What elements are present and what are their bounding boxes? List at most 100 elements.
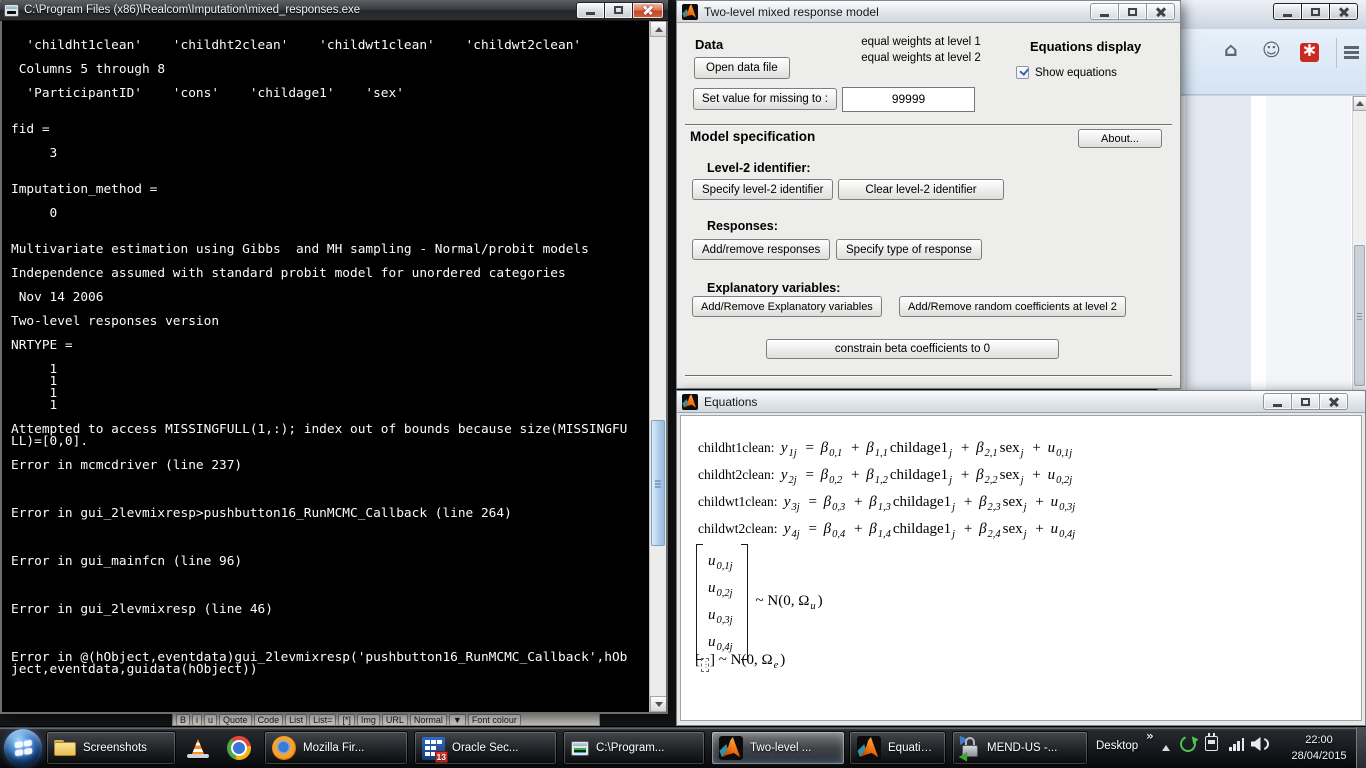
taskbar-item-console[interactable]: C:\Program... [563, 731, 705, 765]
scroll-up-icon [655, 27, 663, 32]
editor-button[interactable]: Font colour [468, 714, 521, 726]
editor-button[interactable]: List= [309, 714, 336, 726]
close-icon [1155, 6, 1167, 18]
editor-button[interactable]: B [176, 714, 190, 726]
restore-icon [614, 6, 623, 14]
maximize-button[interactable] [1118, 3, 1147, 20]
restore-button[interactable] [1301, 3, 1330, 20]
restore-button[interactable] [604, 2, 633, 19]
scroll-up-button[interactable] [1353, 96, 1366, 111]
eq-part: β [976, 440, 983, 456]
minimize-button[interactable] [1273, 3, 1302, 20]
editor-button[interactable]: URL [382, 714, 408, 726]
lastpass-icon[interactable]: ∗ [1300, 43, 1319, 62]
eq-part: β [821, 440, 828, 456]
eq-part: β [979, 494, 986, 510]
power-tray-icon[interactable] [1205, 736, 1218, 751]
close-button[interactable] [632, 2, 664, 19]
editor-button[interactable]: Img [357, 714, 380, 726]
desktop-toolbar[interactable]: Desktop [1096, 740, 1138, 752]
taskbar-item-equations[interactable]: Equations [849, 731, 946, 765]
open-data-file-button[interactable]: Open data file [694, 57, 790, 79]
weights-line2: equal weights at level 2 [858, 50, 984, 66]
console-scrollbar[interactable] [649, 21, 666, 712]
editor-button[interactable]: Normal [410, 714, 447, 726]
scroll-up-button[interactable] [650, 21, 666, 37]
add-random-coefficients-button[interactable]: Add/Remove random coefficients at level … [899, 296, 1126, 317]
menu-icon[interactable] [1344, 46, 1359, 49]
eq-part: childwt1clean: [698, 494, 781, 509]
show-desktop-button[interactable] [1356, 727, 1366, 768]
editor-button[interactable]: Code [254, 714, 284, 726]
scroll-down-button[interactable] [650, 696, 666, 712]
console-output[interactable]: 'childht1clean' 'childht2clean' 'childwt… [2, 21, 666, 712]
minimize-button[interactable] [1263, 393, 1292, 410]
eq-part: u [1051, 494, 1059, 510]
separator [685, 124, 1172, 125]
editor-button[interactable]: [*] [338, 714, 355, 726]
taskbar-item-model-window[interactable]: Two-level ... [711, 731, 845, 765]
taskbar-item-mend[interactable]: MEND-US -... [952, 731, 1088, 765]
firefox-scrollbar[interactable] [1352, 96, 1366, 392]
console-titlebar[interactable]: C:\Program Files (x86)\Realcom\Imputatio… [0, 0, 668, 21]
taskbar-item-chrome[interactable] [220, 731, 258, 765]
u-vector-distribution: u0,1ju0,2ju0,3ju0,4j ~ N(0, Ωu) [696, 544, 823, 660]
network-tray-icon[interactable] [1229, 738, 1245, 751]
specify-type-response-button[interactable]: Specify type of response [836, 239, 982, 260]
editor-button[interactable]: List [285, 714, 307, 726]
editor-button[interactable]: Quote [219, 714, 252, 726]
eq-part: + [847, 467, 863, 483]
eq-part: β [979, 521, 986, 537]
close-button[interactable] [1319, 393, 1348, 410]
firefox-window-controls [1274, 3, 1358, 20]
close-icon [1328, 396, 1340, 408]
home-icon[interactable]: ⌂ [1224, 39, 1238, 61]
maximize-button[interactable] [1291, 393, 1320, 410]
close-button[interactable] [1146, 3, 1175, 20]
add-remove-responses-button[interactable]: Add/remove responses [692, 239, 830, 260]
taskbar-item-firefox[interactable]: Mozilla Fir... [264, 731, 408, 765]
minimize-button[interactable] [1090, 3, 1119, 20]
scrollbar-thumb[interactable] [651, 420, 665, 546]
separator [685, 375, 1172, 376]
windows-logo-icon [14, 740, 31, 757]
minimize-button[interactable] [576, 2, 605, 19]
show-equations-checkbox[interactable] [1016, 66, 1029, 79]
sync-tray-icon[interactable] [1177, 733, 1198, 754]
scrollbar-thumb[interactable] [1354, 245, 1365, 386]
taskbar-item-vlc[interactable] [180, 731, 216, 765]
editor-button[interactable]: ▼ [449, 714, 466, 726]
editor-button[interactable]: u [204, 714, 217, 726]
volume-tray-icon[interactable] [1251, 737, 1271, 751]
collapsed-vector-icon[interactable]: ⋮ [701, 658, 709, 672]
model-titlebar[interactable]: Two-level mixed response model [677, 1, 1180, 23]
eq-part: 2,2 [985, 475, 998, 486]
add-explanatory-button[interactable]: Add/Remove Explanatory variables [692, 296, 882, 317]
constrain-beta-button[interactable]: constrain beta coefficients to 0 [766, 339, 1059, 359]
set-missing-button[interactable]: Set value for missing to : [693, 88, 837, 110]
start-button[interactable] [4, 729, 42, 767]
taskbar-item-screenshots[interactable]: Screenshots [46, 731, 176, 765]
missing-value-field[interactable]: 99999 [842, 87, 975, 112]
equations-titlebar[interactable]: Equations [677, 391, 1365, 413]
show-hidden-icons-button[interactable] [1162, 745, 1170, 751]
eq-part: + [850, 494, 866, 510]
smiley-icon[interactable]: ☺ [1262, 40, 1281, 61]
firefox-page-content [1158, 96, 1366, 392]
eq-part: u [708, 634, 716, 650]
minimize-icon [1273, 404, 1282, 407]
clear-level2-button[interactable]: Clear level-2 identifier [838, 179, 1004, 200]
specify-level2-button[interactable]: Specify level-2 identifier [692, 179, 833, 200]
console-window: C:\Program Files (x86)\Realcom\Imputatio… [0, 0, 668, 714]
close-button[interactable] [1329, 3, 1358, 20]
close-icon [642, 4, 654, 16]
about-button[interactable]: About... [1078, 129, 1162, 148]
taskbar-item-oracle[interactable]: 13 Oracle Sec... [414, 731, 557, 765]
eq-part: = [805, 494, 821, 510]
taskbar-label: Two-level ... [750, 742, 811, 754]
taskbar-clock[interactable]: 22:00 28/04/2015 [1284, 732, 1354, 764]
editor-button[interactable]: i [192, 714, 202, 726]
desktop-chevron[interactable]: » [1146, 729, 1154, 743]
eq-part: β [976, 467, 983, 483]
weights-line1: equal weights at level 1 [858, 34, 984, 50]
